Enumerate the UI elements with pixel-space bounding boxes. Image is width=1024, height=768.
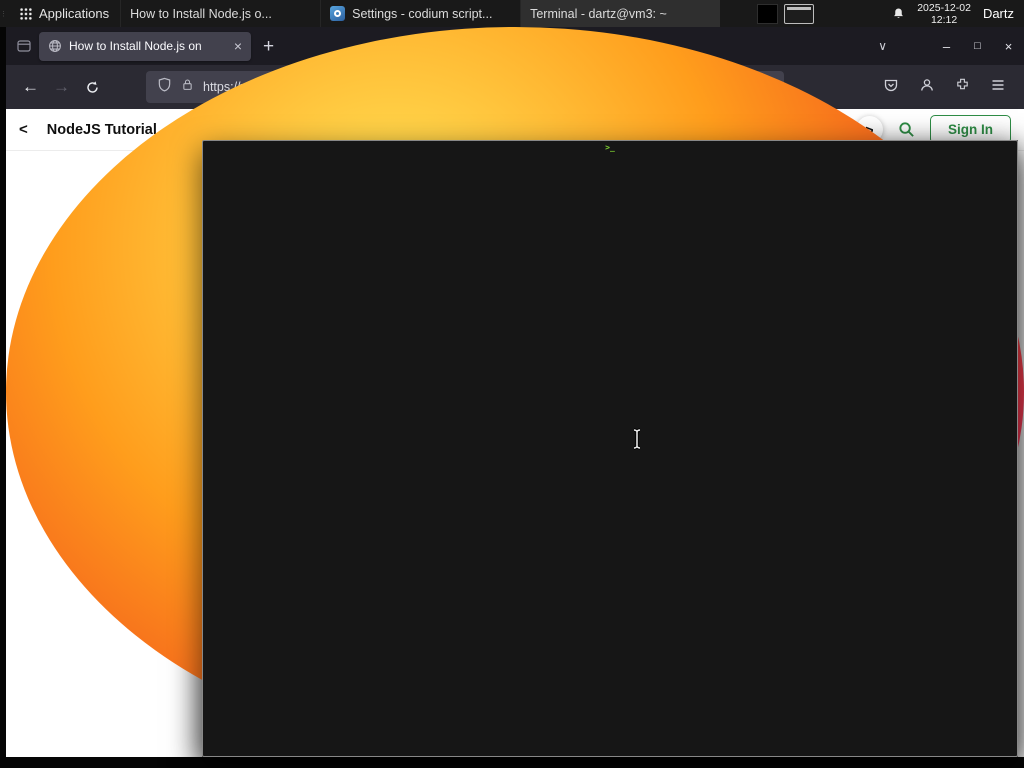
- lock-icon[interactable]: [181, 78, 194, 96]
- panel-right: 2025-12-02 12:12 Dartz: [757, 0, 1024, 27]
- search-icon[interactable]: [898, 121, 915, 138]
- notifications-bell-icon[interactable]: [892, 7, 905, 20]
- back-button[interactable]: ←: [15, 72, 46, 103]
- window-button-terminal[interactable]: >_ Terminal - dartz@vm3: ~: [202, 0, 1018, 757]
- reload-button[interactable]: [77, 72, 108, 103]
- window-button-label: How to Install Node.js o...: [130, 6, 272, 21]
- site-nav-brand[interactable]: NodeJS Tutorial: [47, 122, 157, 138]
- toolbar-right-icons: [883, 77, 1015, 98]
- panel-handle: ⋮: [0, 10, 8, 18]
- firefox-view-button[interactable]: [16, 38, 32, 54]
- tab-close-button[interactable]: ×: [234, 39, 242, 53]
- tab-title: How to Install Node.js on: [69, 39, 202, 53]
- browser-close-button[interactable]: ×: [993, 39, 1024, 54]
- settings-icon: [330, 6, 346, 21]
- tabbar-right: ∨ – □ ×: [878, 27, 1024, 65]
- desktop: ⋮ Applications How to Install Node.js o.…: [0, 0, 1024, 768]
- pocket-save-icon[interactable]: [883, 77, 899, 98]
- clock-date: 2025-12-02: [917, 1, 971, 14]
- window-button-label: Terminal - dartz@vm3: ~: [530, 6, 667, 21]
- menu-hamburger-icon[interactable]: [990, 77, 1006, 98]
- nav-scroll-left-icon[interactable]: <: [19, 121, 28, 138]
- tracking-shield-icon[interactable]: [157, 77, 172, 97]
- forward-button[interactable]: →: [46, 72, 77, 103]
- account-icon[interactable]: [919, 77, 935, 98]
- applications-grid-icon: [19, 7, 32, 20]
- browser-minimize-button[interactable]: –: [931, 39, 962, 54]
- applications-menu-button[interactable]: Applications: [8, 0, 120, 27]
- new-tab-button[interactable]: +: [263, 37, 274, 56]
- window-button-settings[interactable]: Settings - codium script...: [320, 0, 520, 27]
- page-favicon-globe-icon: [48, 39, 62, 53]
- extensions-puzzle-icon[interactable]: [955, 77, 970, 97]
- browser-tab[interactable]: How to Install Node.js on ×: [39, 31, 251, 61]
- top-panel: ⋮ Applications How to Install Node.js o.…: [0, 0, 1024, 757]
- system-tray: [757, 3, 815, 24]
- browser-maximize-button[interactable]: □: [962, 40, 993, 52]
- tray-icon-app[interactable]: [757, 3, 779, 24]
- window-button-firefox[interactable]: How to Install Node.js o...: [6, 0, 1024, 757]
- clock-time: 12:12: [930, 13, 958, 26]
- panel-clock[interactable]: 2025-12-02 12:12: [917, 2, 971, 26]
- window-buttons: How to Install Node.js o... Settings - co…: [6, 0, 1024, 757]
- panel-user-label: Dartz: [982, 6, 1014, 21]
- list-all-tabs-button[interactable]: ∨: [878, 39, 887, 53]
- applications-label: Applications: [39, 6, 110, 21]
- tray-icon-terminal[interactable]: [784, 3, 815, 24]
- window-button-label: Settings - codium script...: [352, 6, 493, 21]
